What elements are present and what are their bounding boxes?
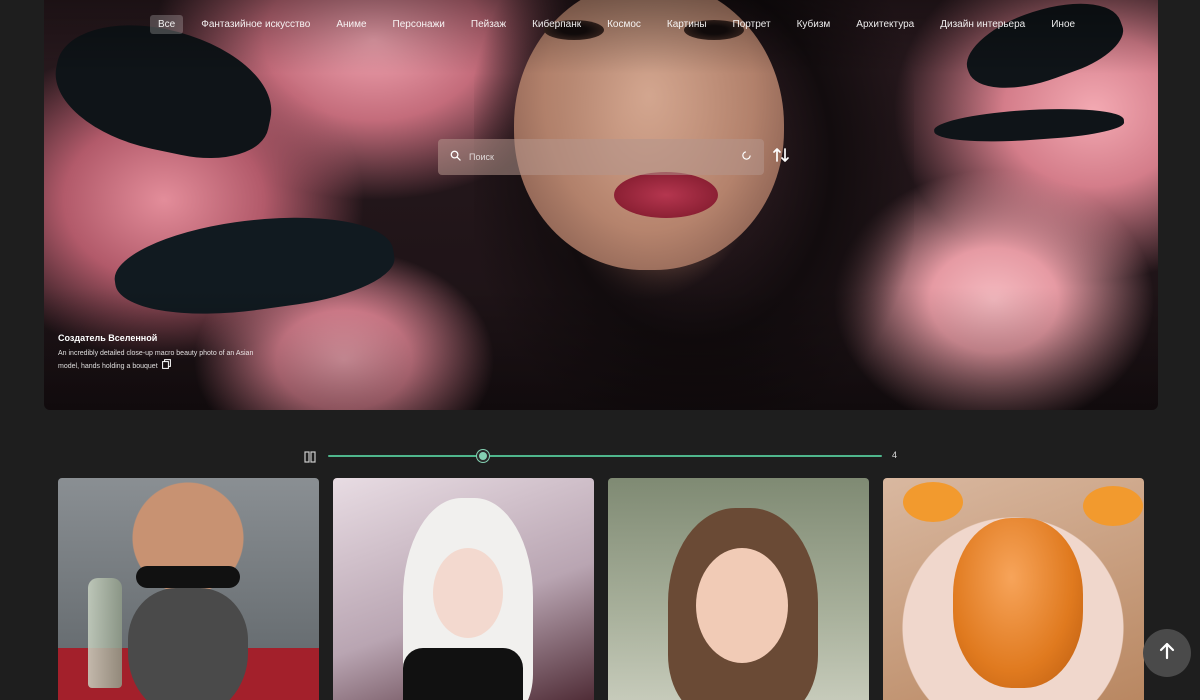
category-characters[interactable]: Персонажи	[385, 15, 453, 34]
category-fantasy-art[interactable]: Фантазийное искусство	[193, 15, 318, 34]
search-bar	[438, 139, 764, 175]
copy-icon[interactable]	[161, 359, 171, 373]
image-card[interactable]	[608, 478, 869, 700]
category-space[interactable]: Космос	[599, 15, 649, 34]
card-art	[128, 588, 248, 700]
category-cubism[interactable]: Кубизм	[789, 15, 839, 34]
card-art	[1083, 486, 1143, 526]
category-anime[interactable]: Аниме	[328, 15, 374, 34]
spinner-icon[interactable]	[741, 148, 752, 166]
category-paintings[interactable]: Картины	[659, 15, 715, 34]
card-art	[696, 548, 788, 663]
category-architecture[interactable]: Архитектура	[848, 15, 922, 34]
category-portrait[interactable]: Портрет	[725, 15, 779, 34]
image-card[interactable]	[883, 478, 1144, 700]
image-grid	[58, 478, 1144, 700]
card-art	[433, 548, 503, 638]
category-interior-design[interactable]: Дизайн интерьера	[932, 15, 1033, 34]
search-icon	[450, 148, 461, 166]
card-art	[903, 482, 963, 522]
grid-size-slider[interactable]	[328, 449, 882, 463]
image-card[interactable]	[58, 478, 319, 700]
card-art	[88, 578, 122, 688]
hero-description-text: An incredibly detailed close-up macro be…	[58, 350, 254, 370]
card-art	[136, 566, 240, 588]
slider-thumb[interactable]	[477, 450, 490, 462]
hero-description: An incredibly detailed close-up macro be…	[58, 348, 268, 373]
scroll-top-button[interactable]	[1143, 629, 1191, 677]
sort-button[interactable]	[770, 145, 792, 169]
image-card[interactable]	[333, 478, 594, 700]
hero-caption: Создатель Вселенной An incredibly detail…	[58, 333, 268, 373]
category-cyberpunk[interactable]: Киберпанк	[524, 15, 589, 34]
search-input[interactable]	[469, 152, 741, 162]
sort-icon	[772, 146, 790, 169]
category-nav: Все Фантазийное искусство Аниме Персонаж…	[150, 13, 1093, 35]
grid-icon	[304, 450, 316, 463]
slider-value: 4	[892, 450, 898, 460]
arrow-up-icon	[1157, 641, 1177, 666]
hero-title: Создатель Вселенной	[58, 333, 158, 343]
slider-track	[328, 455, 882, 457]
category-landscape[interactable]: Пейзаж	[463, 15, 514, 34]
card-art	[403, 648, 523, 700]
card-art	[953, 518, 1083, 688]
category-all[interactable]: Все	[150, 14, 184, 34]
category-other[interactable]: Иное	[1043, 15, 1083, 34]
